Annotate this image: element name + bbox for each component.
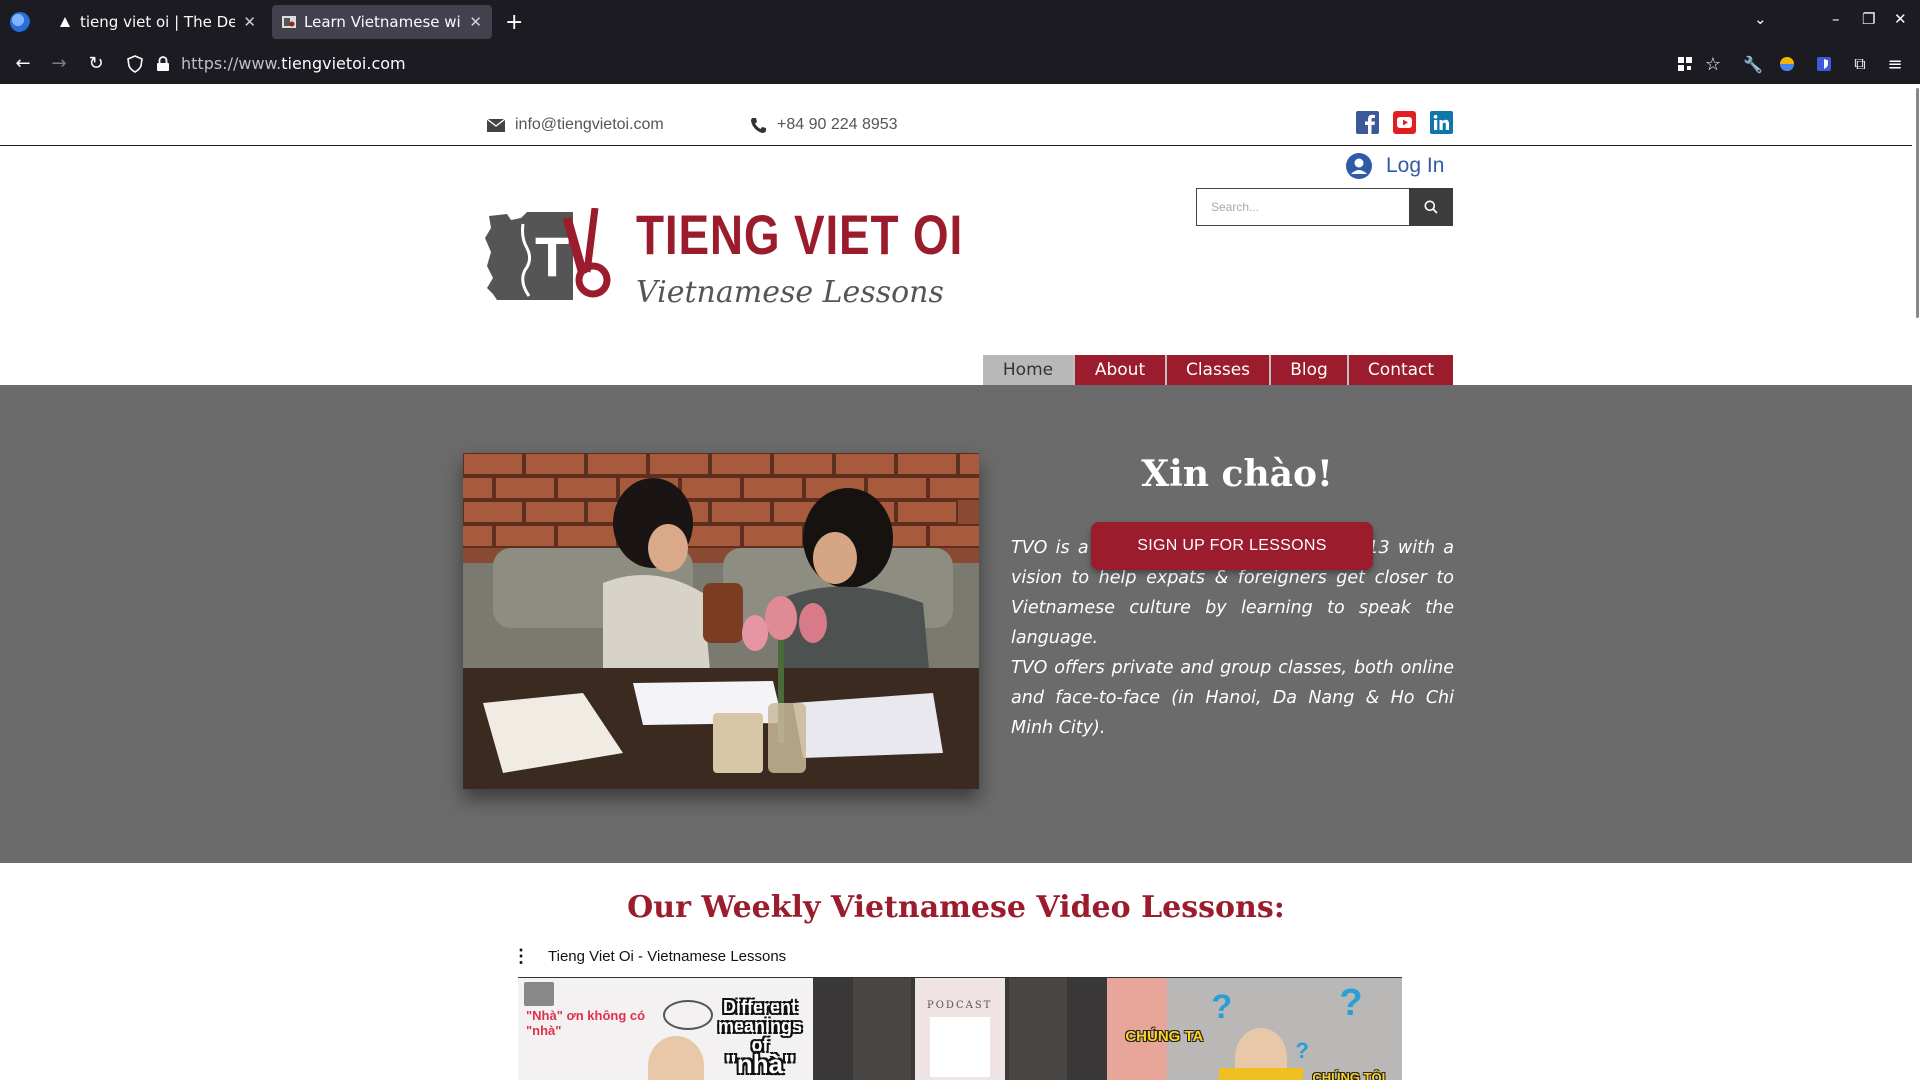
lock-icon[interactable] bbox=[154, 55, 172, 73]
email-text: info@tiengvietoi.com bbox=[515, 116, 664, 133]
menu-item-home[interactable]: Home bbox=[983, 355, 1075, 385]
header-divider bbox=[0, 145, 1912, 146]
tab-active[interactable]: Learn Vietnamese with ✕ bbox=[272, 5, 492, 39]
facebook-icon[interactable] bbox=[1356, 111, 1379, 134]
main-menu: Home About Classes Blog Contact bbox=[983, 355, 1453, 385]
tab-inactive[interactable]: tieng viet oi | The Deftai ✕ bbox=[48, 5, 266, 39]
login-button[interactable]: Log In bbox=[1346, 153, 1444, 179]
tvo-mini-logo-icon bbox=[524, 982, 554, 1006]
question-mark-icon: ? bbox=[1339, 982, 1363, 1024]
tab-favicon-icon bbox=[58, 15, 72, 29]
classroom-photo-image bbox=[463, 453, 979, 789]
close-tab-icon[interactable]: ✕ bbox=[469, 13, 482, 31]
url-host: tiengvietoi.com bbox=[281, 54, 406, 73]
ring-icon bbox=[663, 1000, 713, 1030]
svg-text:T: T bbox=[535, 225, 569, 288]
hero-title: Xin chào! bbox=[1141, 453, 1333, 495]
thumb-title: Different meanings of "nhà" bbox=[718, 997, 803, 1079]
new-tab-button[interactable]: + bbox=[505, 10, 523, 35]
phone-icon bbox=[751, 117, 766, 133]
videos-section-title: Our Weekly Vietnamese Video Lessons: bbox=[627, 890, 1285, 925]
thumb-caption-1: CHÚNG TA bbox=[1125, 1028, 1204, 1045]
thumb-title-line: "nhà" bbox=[724, 1049, 796, 1079]
teacher-face-image bbox=[648, 1036, 704, 1080]
youtube-icon[interactable] bbox=[1393, 111, 1416, 134]
search-button[interactable] bbox=[1409, 188, 1453, 226]
menu-item-contact[interactable]: Contact bbox=[1349, 355, 1453, 385]
tab-title: tieng viet oi | The Deftai bbox=[80, 13, 236, 31]
question-mark-icon: ? bbox=[1211, 988, 1233, 1026]
browser-chrome: tieng viet oi | The Deftai ✕ Learn Vietn… bbox=[0, 0, 1920, 84]
firefox-icon[interactable] bbox=[10, 12, 30, 32]
book-page-image bbox=[852, 978, 911, 1080]
hero-photo bbox=[463, 453, 979, 789]
url-protocol: https://www. bbox=[181, 54, 282, 73]
user-avatar-icon bbox=[1346, 153, 1372, 179]
minimize-icon[interactable]: – bbox=[1832, 10, 1840, 28]
wrench-icon[interactable]: 🔧 bbox=[1743, 55, 1763, 74]
restore-icon[interactable]: ❐ bbox=[1862, 10, 1875, 28]
forward-arrow-icon[interactable]: → bbox=[47, 51, 71, 75]
close-window-icon[interactable]: ✕ bbox=[1894, 10, 1907, 28]
tab-bar: tieng viet oi | The Deftai ✕ Learn Vietn… bbox=[0, 0, 1920, 43]
podcast-cover-image: PODCAST bbox=[914, 978, 1005, 1080]
shield-icon[interactable] bbox=[126, 55, 144, 73]
more-options-icon[interactable]: ⋮ bbox=[512, 946, 530, 967]
scrollbar-thumb[interactable] bbox=[1916, 88, 1919, 318]
url-text[interactable]: https://www.tiengvietoi.com bbox=[181, 54, 406, 73]
podcast-page bbox=[929, 1017, 990, 1077]
thumb-title-line: meanings bbox=[718, 1016, 803, 1036]
tab-list-chevron-icon[interactable]: ⌄ bbox=[1754, 10, 1767, 28]
question-mark-icon: ? bbox=[1295, 1038, 1309, 1063]
nav-bar: ← → ↻ https://www.tiengvietoi.com ☆ 🔧 ⧉ … bbox=[0, 43, 1920, 84]
reload-icon[interactable]: ↻ bbox=[84, 51, 108, 75]
playlist-title: Tieng Viet Oi - Vietnamese Lessons bbox=[548, 948, 787, 965]
bookmark-star-icon[interactable]: ☆ bbox=[1704, 54, 1722, 75]
tab-favicon-icon bbox=[282, 15, 296, 29]
linkedin-icon[interactable] bbox=[1430, 111, 1453, 134]
qr-code-icon[interactable] bbox=[1676, 55, 1694, 73]
extensions-puzzle-icon[interactable]: ⧉ bbox=[1851, 54, 1869, 73]
tvo-logo-icon[interactable]: T bbox=[483, 208, 615, 304]
search-input[interactable]: Search... bbox=[1196, 188, 1410, 226]
teacher-shirt-image bbox=[1219, 1068, 1304, 1080]
logo-title[interactable]: TIENG VIET OI bbox=[636, 202, 963, 267]
hero-paragraph-2: TVO offers private and group classes, bo… bbox=[1011, 658, 1454, 738]
contact-email[interactable]: info@tiengvietoi.com bbox=[487, 116, 664, 134]
phone-text: +84 90 224 8953 bbox=[777, 116, 898, 133]
envelope-icon bbox=[487, 118, 505, 132]
hamburger-menu-icon[interactable]: ≡ bbox=[1886, 54, 1904, 75]
thumb-caption-2: CHÚNG TÔI bbox=[1312, 1070, 1386, 1080]
menu-item-blog[interactable]: Blog bbox=[1271, 355, 1349, 385]
video-thumbnail[interactable]: PODCAST bbox=[812, 978, 1108, 1080]
hero-section: Xin chào! TVO is a teaching group founde… bbox=[0, 385, 1912, 863]
bitwarden-shield-icon[interactable] bbox=[1815, 55, 1833, 73]
web-page: info@tiengvietoi.com +84 90 224 8953 Log… bbox=[0, 84, 1920, 1080]
search-placeholder: Search... bbox=[1211, 200, 1260, 214]
menu-item-about[interactable]: About bbox=[1075, 355, 1167, 385]
video-thumbnail[interactable]: CHÚNG TA CHÚNG TÔI ? ? ? bbox=[1107, 978, 1402, 1080]
menu-item-classes[interactable]: Classes bbox=[1167, 355, 1271, 385]
search-icon bbox=[1424, 200, 1438, 214]
logo-subtitle: Vietnamese Lessons bbox=[636, 275, 944, 310]
book-page-image bbox=[1008, 978, 1067, 1080]
video-thumbnails: "Nhà" ơn không có "nhà" Different meanin… bbox=[518, 977, 1402, 1080]
sign-up-button[interactable]: SIGN UP FOR LESSONS bbox=[1091, 522, 1373, 570]
playlist-header[interactable]: ⋮ Tieng Viet Oi - Vietnamese Lessons bbox=[512, 946, 786, 967]
podcast-label: PODCAST bbox=[927, 1000, 993, 1011]
thumb-title-line: Different bbox=[723, 997, 798, 1017]
extension-circle-icon[interactable] bbox=[1778, 55, 1796, 73]
video-thumbnail[interactable]: "Nhà" ơn không có "nhà" Different meanin… bbox=[518, 978, 813, 1080]
contact-phone[interactable]: +84 90 224 8953 bbox=[750, 116, 898, 134]
login-label: Log In bbox=[1386, 154, 1445, 177]
tab-title: Learn Vietnamese with bbox=[304, 13, 462, 31]
thumb-pink-caption: "Nhà" ơn không có "nhà" bbox=[526, 1008, 646, 1038]
close-tab-icon[interactable]: ✕ bbox=[243, 13, 256, 31]
back-arrow-icon[interactable]: ← bbox=[11, 51, 35, 75]
